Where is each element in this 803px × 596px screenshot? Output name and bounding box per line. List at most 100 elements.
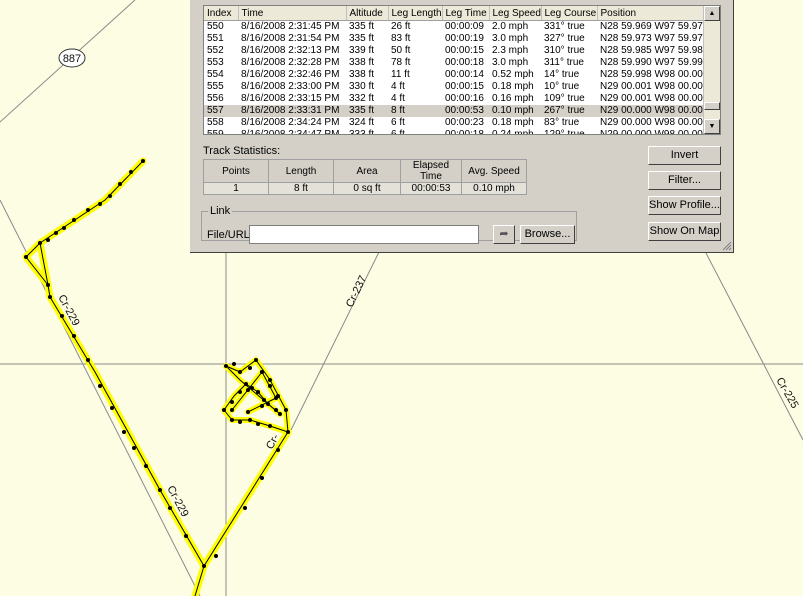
trackpoint-dot[interactable] (86, 208, 90, 212)
table-cell: 551 (207, 33, 224, 44)
trackpoint-dot[interactable] (230, 400, 234, 404)
show-profile-button[interactable]: Show Profile... (648, 196, 721, 215)
trackpoint-dot[interactable] (141, 159, 145, 163)
table-row[interactable]: 553 8/16/2008 2:32:28 PM 338 ft 78 ft 00:00:… (204, 57, 705, 69)
table-cell: 6 ft (391, 117, 405, 128)
trackpoint-dot[interactable] (262, 398, 266, 402)
trackpoint-dot[interactable] (260, 476, 264, 480)
scroll-up-icon[interactable]: ▲ (704, 6, 720, 21)
table-row[interactable]: 556 8/16/2008 2:33:15 PM 332 ft 4 ft 00:00:1… (204, 93, 705, 105)
trackpoint-dot[interactable] (250, 386, 254, 390)
trackpoint-dot[interactable] (248, 418, 252, 422)
column-header[interactable]: Time (238, 6, 347, 21)
table-cell: 8/16/2008 2:33:15 PM (241, 93, 340, 104)
trackpoint-dot[interactable] (46, 238, 50, 242)
stats-value-cell: 1 (203, 182, 269, 195)
trackpoint-dot[interactable] (276, 448, 280, 452)
table-row[interactable]: 559 8/16/2008 2:34:47 PM 333 ft 6 ft 00:00:1… (204, 129, 705, 134)
column-header[interactable]: Index (204, 6, 239, 21)
table-row[interactable]: 551 8/16/2008 2:31:54 PM 335 ft 83 ft 00:00:… (204, 33, 705, 45)
trackpoint-dot[interactable] (260, 404, 264, 408)
stats-value-cell: 0.10 mph (461, 182, 527, 195)
trackpoint-dot[interactable] (244, 382, 248, 386)
table-cell: 00:00:23 (445, 117, 484, 128)
trackpoint-dot[interactable] (118, 182, 122, 186)
trackpoint-dot[interactable] (38, 241, 42, 245)
trackpoint-dot[interactable] (46, 283, 50, 287)
trackpoint-dot[interactable] (129, 170, 133, 174)
trackpoint-dot[interactable] (256, 422, 260, 426)
trackpoint-dot[interactable] (230, 418, 234, 422)
trackpoint-dot[interactable] (72, 334, 76, 338)
trackpoint-dot[interactable] (284, 408, 288, 412)
trackpoint-dot[interactable] (202, 564, 206, 568)
table-row[interactable]: 555 8/16/2008 2:33:00 PM 330 ft 4 ft 00:00:1… (204, 81, 705, 93)
table-row[interactable]: 552 8/16/2008 2:32:13 PM 339 ft 50 ft 00:00:… (204, 45, 705, 57)
trackpoint-dot[interactable] (232, 362, 236, 366)
trackpoint-dot[interactable] (243, 506, 247, 510)
vertical-scrollbar[interactable]: ▲ ▼ (703, 6, 720, 134)
trackpoint-dot[interactable] (246, 388, 250, 392)
trackpoint-dot[interactable] (266, 402, 270, 406)
trackpoint-dot[interactable] (268, 424, 272, 428)
trackpoint-dot[interactable] (274, 408, 278, 412)
column-header[interactable]: Altitude (346, 6, 389, 21)
trackpoint-list[interactable]: Index Time Altitude Leg Length Leg Time Leg S… (203, 5, 721, 135)
trackpoint-dot[interactable] (72, 218, 76, 222)
trackpoint-dot[interactable] (54, 231, 58, 235)
column-header[interactable]: Position (597, 6, 706, 21)
trackpoint-dot[interactable] (268, 384, 272, 388)
browse-button[interactable]: Browse... (520, 225, 575, 244)
column-header[interactable]: Leg Length (388, 6, 443, 21)
trackpoint-dot[interactable] (98, 384, 102, 388)
scroll-thumb[interactable] (704, 102, 720, 110)
trackpoint-dot[interactable] (108, 194, 112, 198)
table-cell: N28 59.990 W97 59.991 (600, 57, 705, 68)
table-row[interactable]: 557 8/16/2008 2:33:31 PM 335 ft 8 ft 00:00:5… (204, 105, 705, 117)
trackpoint-dot[interactable] (122, 430, 126, 434)
column-header[interactable]: Leg Speed (489, 6, 542, 21)
trackpoint-dot[interactable] (62, 226, 66, 230)
table-row[interactable]: 554 8/16/2008 2:32:46 PM 338 ft 11 ft 00:00:… (204, 69, 705, 81)
trackpoint-dot[interactable] (184, 534, 188, 538)
table-cell: 83 ft (391, 33, 411, 44)
trackpoint-dot[interactable] (222, 408, 226, 412)
scroll-down-icon[interactable]: ▼ (704, 119, 720, 134)
trackpoint-dot[interactable] (110, 406, 114, 410)
trackpoint-dot[interactable] (224, 364, 228, 368)
trackpoint-dot[interactable] (144, 464, 148, 468)
trackpoint-dot[interactable] (274, 396, 278, 400)
column-header[interactable]: Leg Time (442, 6, 490, 21)
trackpoint-dot[interactable] (238, 420, 242, 424)
trackpoint-dot[interactable] (286, 430, 290, 434)
invert-button[interactable]: Invert (648, 146, 721, 165)
trackpoint-dot[interactable] (238, 370, 242, 374)
resize-grip-icon[interactable] (722, 241, 732, 251)
column-header[interactable]: Leg Course (541, 6, 598, 21)
trackpoint-dot[interactable] (256, 390, 260, 394)
table-row[interactable]: 550 8/16/2008 2:31:45 PM 335 ft 26 ft 00:00:… (204, 21, 705, 34)
trackpoint-dot[interactable] (60, 314, 64, 318)
trackpoint-dot[interactable] (238, 390, 242, 394)
trackpoint-dot[interactable] (230, 408, 234, 412)
table-cell: 8/16/2008 2:33:00 PM (241, 81, 340, 92)
trackpoint-dot[interactable] (86, 358, 90, 362)
trackpoint-dot[interactable] (24, 255, 28, 259)
trackpoint-dot[interactable] (268, 378, 272, 382)
trackpoint-dot[interactable] (98, 202, 102, 206)
trackpoint-dot[interactable] (260, 370, 264, 374)
trackpoint-dot[interactable] (132, 446, 136, 450)
trackpoint-dot[interactable] (158, 488, 162, 492)
show-on-map-button[interactable]: Show On Map (648, 222, 721, 241)
trackpoint-dot[interactable] (254, 358, 258, 362)
table-row[interactable]: 558 8/16/2008 2:34:24 PM 324 ft 6 ft 00:00:2… (204, 117, 705, 129)
open-link-button[interactable]: ➦ (493, 225, 515, 244)
trackpoint-dot[interactable] (168, 506, 172, 510)
file-url-input[interactable] (249, 225, 479, 244)
trackpoint-dot[interactable] (214, 554, 218, 558)
trackpoint-dot[interactable] (246, 410, 250, 414)
filter-button[interactable]: Filter... (648, 171, 721, 190)
trackpoint-dot[interactable] (248, 366, 252, 370)
trackpoint-dot[interactable] (48, 295, 52, 299)
trackpoint-dot[interactable] (278, 412, 282, 416)
